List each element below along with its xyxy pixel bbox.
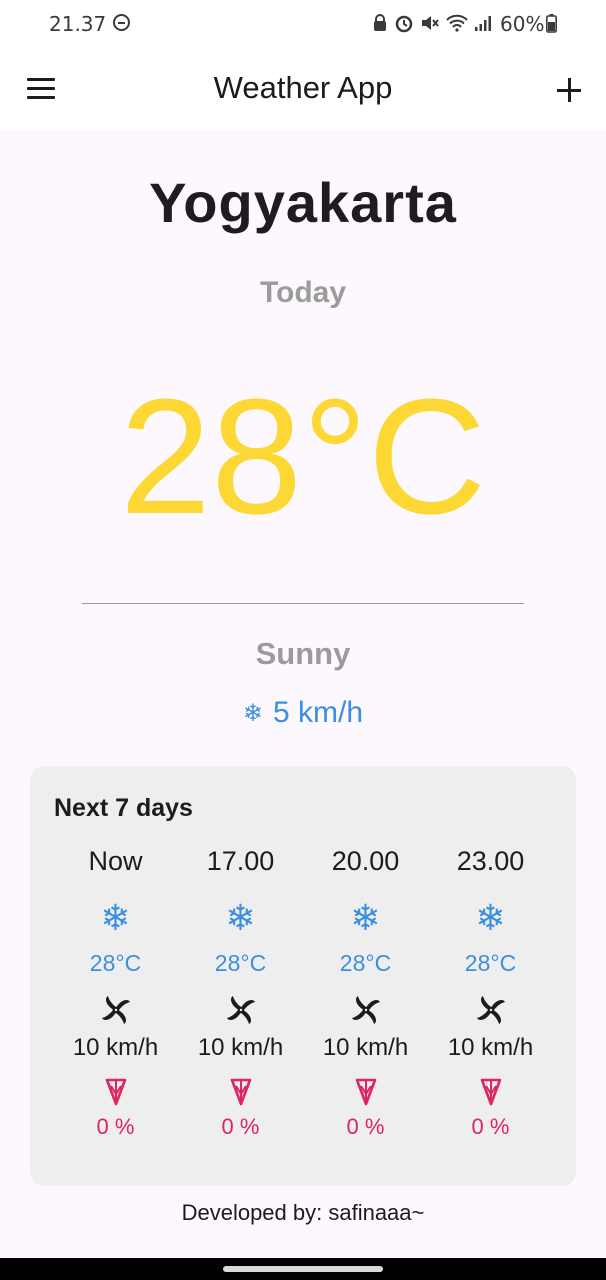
forecast-wind: 10 km/h — [72, 1034, 159, 1061]
snowflake-icon: ❄ — [350, 897, 381, 938]
home-handle[interactable] — [223, 1266, 383, 1272]
wind-speed: 5 km/h — [273, 696, 364, 729]
navigation-bar — [0, 1258, 606, 1280]
status-icons — [372, 13, 492, 33]
snowflake-icon: ❄ — [242, 699, 264, 727]
forecast-rain: 0 % — [346, 1114, 385, 1139]
forecast-wind: 10 km/h — [322, 1034, 409, 1061]
snowflake-icon: ❄ — [225, 897, 256, 938]
wifi-icon — [446, 14, 468, 32]
umbrella-icon — [428, 1072, 553, 1110]
forecast-temp: 28°C — [339, 950, 392, 976]
snowflake-icon: ❄ — [475, 897, 506, 938]
status-bar: 21.37 60% — [0, 0, 606, 50]
forecast-item: 17.00 ❄ 28°C 10 km/h 0 % — [178, 846, 303, 1140]
weather-condition: Sunny — [255, 636, 351, 671]
forecast-item: 20.00 ❄ 28°C 10 km/h 0 % — [303, 846, 428, 1140]
forecast-temp: 28°C — [464, 950, 517, 976]
forecast-title: Next 7 days — [54, 794, 193, 822]
umbrella-icon — [303, 1072, 428, 1110]
umbrella-icon — [178, 1072, 303, 1110]
footer-credit: Developed by: safinaaa~ — [181, 1200, 425, 1225]
forecast-time: 23.00 — [456, 846, 525, 876]
app-bar: Weather App — [0, 50, 606, 130]
snowflake-icon: ❄ — [100, 897, 131, 938]
battery-level: 60% — [500, 12, 545, 36]
add-icon[interactable] — [557, 78, 581, 102]
forecast-wind: 10 km/h — [197, 1034, 284, 1061]
forecast-time: 17.00 — [206, 846, 275, 876]
forecast-wind: 10 km/h — [447, 1034, 534, 1061]
fan-icon — [53, 990, 178, 1030]
fan-icon — [178, 990, 303, 1030]
signal-icon — [475, 16, 491, 31]
forecast-temp: 28°C — [214, 950, 267, 976]
forecast-rain: 0 % — [221, 1114, 260, 1139]
current-temperature: 28°C — [119, 365, 487, 548]
status-time: 21.37 — [49, 12, 107, 36]
forecast-time: 20.00 — [331, 846, 400, 876]
alarm-icon — [395, 15, 413, 33]
forecast-rain: 0 % — [96, 1114, 135, 1139]
do-not-disturb-icon — [113, 14, 130, 31]
app-title: Weather App — [213, 70, 393, 105]
day-label: Today — [259, 276, 347, 309]
forecast-time: Now — [88, 846, 143, 876]
lock-icon — [374, 14, 386, 31]
forecast-columns: Now ❄ 28°C 10 km/h 0 % 17.00 ❄ 28°C 10 k… — [53, 846, 553, 1140]
forecast-temp: 28°C — [89, 950, 142, 976]
fan-icon — [428, 990, 553, 1030]
divider — [82, 603, 524, 604]
umbrella-icon — [53, 1072, 178, 1110]
forecast-rain: 0 % — [471, 1114, 510, 1139]
forecast-item: Now ❄ 28°C 10 km/h 0 % — [53, 846, 178, 1140]
mute-icon — [422, 16, 439, 30]
forecast-card: Next 7 days Now ❄ 28°C 10 km/h 0 % 17.00… — [30, 766, 576, 1186]
current-wind: ❄ 5 km/h — [0, 696, 606, 730]
city-name: Yogyakarta — [149, 171, 457, 234]
forecast-item: 23.00 ❄ 28°C 10 km/h 0 % — [428, 846, 553, 1140]
battery-icon — [546, 14, 557, 33]
fan-icon — [303, 990, 428, 1030]
